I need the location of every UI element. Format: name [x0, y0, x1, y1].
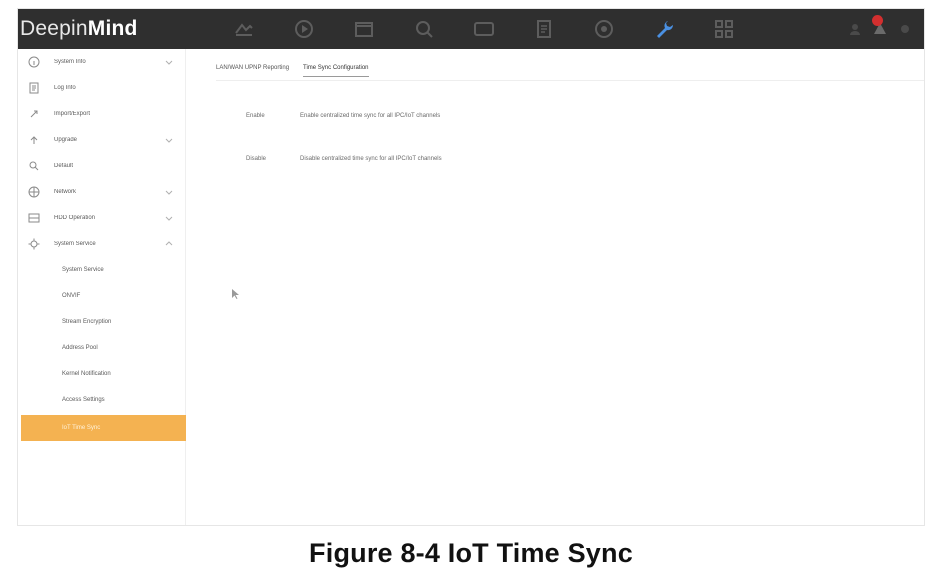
screenshot-frame: DeepinMind System Info Log Info Import/E… — [17, 8, 925, 526]
submenu-item-onvif[interactable]: ONVIF — [18, 283, 185, 309]
sidebar-item-default[interactable]: Default — [18, 153, 185, 179]
service-icon — [28, 238, 40, 250]
sidebar-item-label: System Service — [54, 241, 96, 247]
system-icon[interactable] — [694, 9, 754, 49]
chevron-down-icon — [165, 60, 173, 65]
file-management-icon[interactable] — [334, 9, 394, 49]
mouse-pointer-icon — [232, 289, 239, 299]
sidebar-item-hdd-operation[interactable]: HDD Operation — [18, 205, 185, 231]
live-view-icon[interactable] — [214, 9, 274, 49]
import-export-icon — [30, 110, 38, 118]
enable-option-description: Enable centralized time sync for all IPC… — [300, 113, 441, 119]
playback-icon[interactable] — [274, 9, 334, 49]
brand-text-regular: Deepin — [20, 17, 88, 40]
settings-icon[interactable] — [898, 22, 912, 36]
sidebar-item-import-export[interactable]: Import/Export — [18, 101, 185, 127]
default-icon — [29, 161, 39, 171]
tab-divider — [216, 80, 924, 81]
log-info-icon — [29, 82, 39, 94]
info-icon — [28, 56, 40, 68]
network-icon — [28, 186, 40, 198]
enable-option-label[interactable]: Enable — [246, 113, 286, 119]
brand-logo: DeepinMind — [18, 17, 210, 41]
tab-lan-wan-upnp-reporting[interactable]: LAN/WAN UPNP Reporting — [216, 61, 289, 77]
sidebar-item-log-info[interactable]: Log Info — [18, 75, 185, 101]
chevron-down-icon — [165, 138, 173, 143]
enable-option-row[interactable]: Enable Enable centralized time sync for … — [246, 113, 440, 119]
sidebar-item-upgrade[interactable]: Upgrade — [18, 127, 185, 153]
top-right-tools — [848, 9, 912, 49]
sidebar-item-network[interactable]: Network — [18, 179, 185, 205]
sidebar-item-system-info[interactable]: System Info — [18, 49, 185, 75]
chevron-down-icon — [165, 190, 173, 195]
disable-option-description: Disable centralized time sync for all IP… — [300, 156, 442, 162]
hdd-icon — [28, 213, 40, 223]
brand-text-bold: Mind — [87, 17, 138, 40]
submenu-item-iot-time-sync[interactable]: IoT Time Sync — [21, 415, 186, 441]
alarm-icon[interactable] — [872, 15, 888, 37]
search-icon[interactable] — [394, 9, 454, 49]
top-nav-icons — [214, 9, 754, 49]
sidebar: System Info Log Info Import/Export Upgra… — [18, 49, 186, 525]
sidebar-item-label: HDD Operation — [54, 215, 96, 221]
disable-option-label[interactable]: Disable — [246, 156, 286, 162]
submenu-item-system-service[interactable]: System Service — [18, 257, 185, 283]
submenu-item-kernel-notification[interactable]: Kernel Notification — [18, 361, 185, 387]
tab-time-sync-configuration[interactable]: Time Sync Configuration — [303, 61, 369, 77]
upgrade-icon — [30, 136, 38, 144]
chevron-down-icon — [165, 216, 173, 221]
display-icon[interactable] — [454, 9, 514, 49]
sidebar-item-label: Log Info — [54, 85, 76, 91]
submenu-item-access-settings[interactable]: Access Settings — [18, 387, 185, 413]
submenu-item-address-pool[interactable]: Address Pool — [18, 335, 185, 361]
top-navigation-bar: DeepinMind — [18, 9, 924, 49]
alarm-badge — [872, 15, 883, 26]
disable-option-row[interactable]: Disable Disable centralized time sync fo… — [246, 156, 442, 162]
submenu-item-stream-encryption[interactable]: Stream Encryption — [18, 309, 185, 335]
sidebar-item-label: Default — [54, 163, 74, 169]
sidebar-item-label: System Info — [54, 59, 86, 65]
sidebar-item-label: Network — [54, 189, 77, 195]
smart-icon[interactable] — [574, 9, 634, 49]
sidebar-item-system-service[interactable]: System Service — [18, 231, 185, 257]
document-page: DeepinMind System Info Log Info Import/E… — [0, 0, 942, 584]
main-content: LAN/WAN UPNP Reporting Time Sync Configu… — [186, 49, 924, 525]
sidebar-item-label: Upgrade — [54, 137, 78, 143]
user-icon[interactable] — [848, 22, 862, 36]
log-icon[interactable] — [514, 9, 574, 49]
sidebar-item-label: Import/Export — [54, 111, 91, 117]
tab-bar: LAN/WAN UPNP Reporting Time Sync Configu… — [216, 61, 369, 77]
chevron-up-icon — [165, 241, 173, 246]
maintenance-icon[interactable] — [634, 9, 694, 49]
figure-caption: Figure 8-4 IoT Time Sync — [309, 538, 633, 568]
